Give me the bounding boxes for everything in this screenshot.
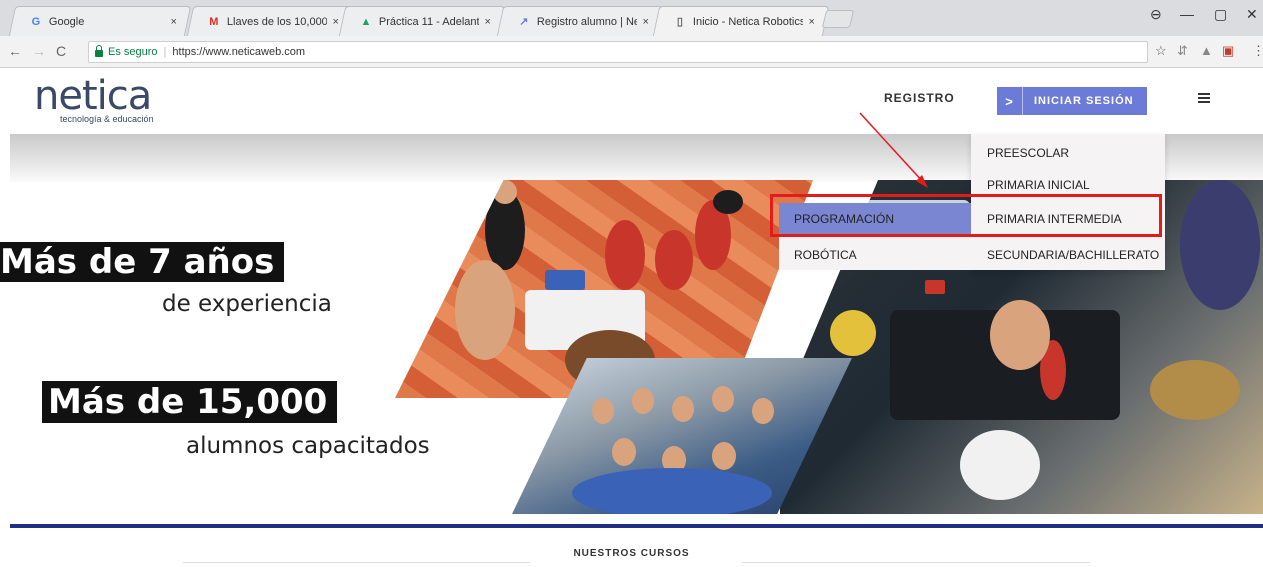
drive-extension-icon[interactable]: ▲ <box>1200 43 1213 58</box>
close-icon[interactable]: × <box>484 16 490 28</box>
extension-icon[interactable]: ⇵ <box>1177 43 1188 59</box>
new-tab-button[interactable] <box>821 10 855 28</box>
menu-item-primaria-inicial[interactable]: PRIMARIA INICIAL <box>987 178 1090 192</box>
tab-inicio[interactable]: ▯ Inicio - Netica Robotics - × <box>652 6 830 36</box>
page-favicon-icon: ▯ <box>676 16 683 28</box>
gmail-favicon-icon: M <box>209 15 219 28</box>
headline-years: Más de 7 años <box>0 242 285 282</box>
close-icon[interactable]: × <box>332 16 338 28</box>
tab-title: Registro alumno | Netica <box>536 15 637 28</box>
tab-title: Práctica 11 - Adelante, at <box>378 15 479 28</box>
hamburger-menu-icon[interactable] <box>1198 93 1210 104</box>
chevron-right-icon: > <box>997 87 1023 115</box>
browser-toolbar: ← → C Es seguro | https://www.neticaweb.… <box>0 36 1263 68</box>
back-arrow-icon[interactable]: ← <box>8 43 22 59</box>
tab-title: Inicio - Netica Robotics - <box>692 15 803 28</box>
hero-bottom-bar <box>10 524 1263 528</box>
close-icon[interactable]: × <box>170 16 176 28</box>
forward-arrow-icon[interactable]: → <box>32 43 46 59</box>
reload-icon[interactable]: C <box>56 43 66 59</box>
subline-experience: de experiencia <box>162 291 332 317</box>
logo-tagline: tecnología & educación <box>60 114 154 124</box>
pdf-extension-icon[interactable]: ▣ <box>1222 43 1234 59</box>
logo[interactable]: netica tecnología & educación <box>34 76 154 124</box>
tab-registro[interactable]: ↗ Registro alumno | Netica × <box>496 6 664 36</box>
drive-favicon-icon: ▲ <box>360 15 372 28</box>
minimize-icon[interactable]: — <box>1180 6 1194 22</box>
divider-left <box>183 562 530 563</box>
maximize-icon[interactable]: ▢ <box>1214 6 1227 23</box>
tab-google[interactable]: G Google × <box>8 6 192 36</box>
courses-title: NUESTROS CURSOS <box>573 548 690 559</box>
login-button[interactable]: > INICIAR SESIÓN <box>997 87 1147 115</box>
url-text: https://www.neticaweb.com <box>172 46 306 58</box>
lock-icon <box>95 44 103 57</box>
annotation-highlight-box <box>770 194 1162 237</box>
bookmark-star-icon[interactable]: ☆ <box>1155 43 1167 59</box>
nav-registro-link[interactable]: REGISTRO <box>884 91 955 105</box>
site-header: netica tecnología & educación REGISTRO >… <box>0 68 1263 134</box>
headline-students: Más de 15,000 <box>42 381 338 423</box>
secure-indicator[interactable]: Es seguro <box>95 44 158 58</box>
close-icon[interactable]: × <box>808 16 814 28</box>
subline-students: alumnos capacitados <box>186 433 430 459</box>
separator: | <box>163 46 167 58</box>
login-label: INICIAR SESIÓN <box>1034 95 1134 107</box>
netica-favicon-icon: ↗ <box>519 16 529 28</box>
window-close-icon[interactable]: ✕ <box>1246 6 1258 23</box>
logo-wordmark: netica <box>34 73 152 119</box>
submenu-item-robotica[interactable]: ROBÓTICA <box>794 248 857 262</box>
menu-item-secundaria-bachillerato[interactable]: SECUNDARIA/BACHILLERATO <box>987 248 1159 262</box>
secure-label: Es seguro <box>108 46 158 58</box>
section-title-courses: NUESTROS CURSOS <box>0 548 1263 559</box>
tab-gmail[interactable]: M Llaves de los 10,000 ejem × <box>186 6 354 36</box>
tab-title: Llaves de los 10,000 ejem <box>226 15 327 28</box>
tab-drive[interactable]: ▲ Práctica 11 - Adelante, at × <box>338 6 506 36</box>
google-favicon-icon: G <box>31 15 41 28</box>
close-icon[interactable]: × <box>642 16 648 28</box>
menu-dots-icon[interactable]: ⋮ <box>1252 43 1263 59</box>
menu-item-preescolar[interactable]: PREESCOLAR <box>987 146 1069 160</box>
divider-right <box>742 562 1090 563</box>
browser-tabstrip: G Google × M Llaves de los 10,000 ejem × ▲ Pr… <box>0 0 1263 36</box>
address-bar[interactable]: Es seguro | https://www.neticaweb.com <box>88 41 1148 63</box>
tab-title: Google <box>48 15 85 28</box>
profile-icon[interactable]: ⊖ <box>1150 6 1162 23</box>
